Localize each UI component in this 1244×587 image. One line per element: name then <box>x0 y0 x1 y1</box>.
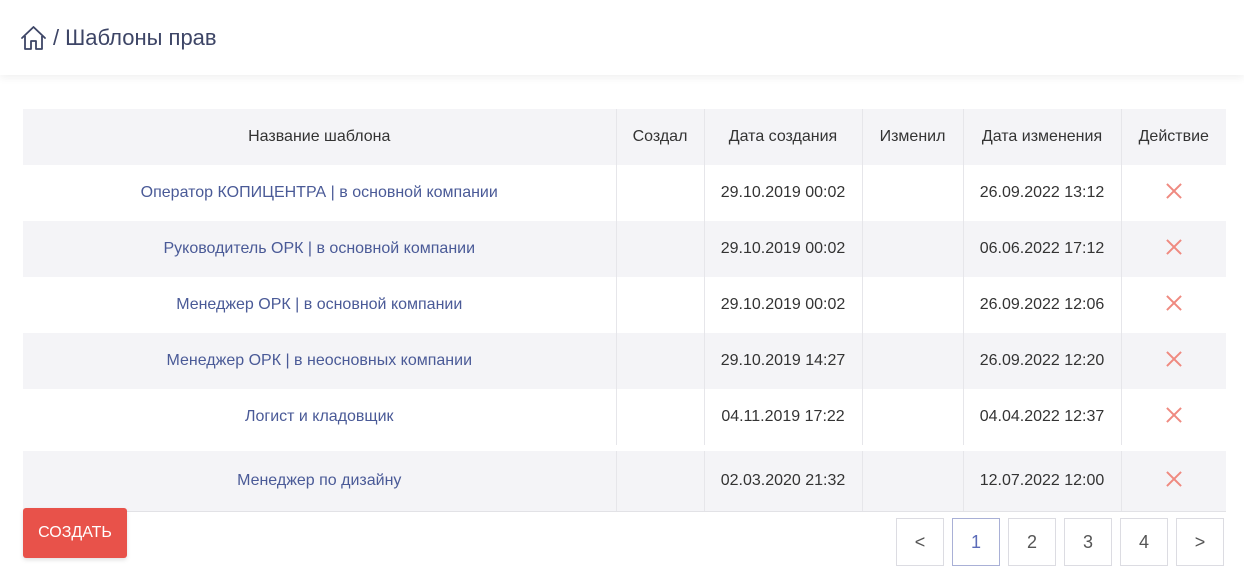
table-row: Менеджер по дизайну 02.03.2020 21:32 12.… <box>23 445 1226 512</box>
column-header-created-by[interactable]: Создал <box>616 109 705 165</box>
delete-icon[interactable] <box>1165 294 1183 312</box>
column-header-modified-by[interactable]: Изменил <box>862 109 964 165</box>
delete-icon[interactable] <box>1165 182 1183 200</box>
templates-table: Название шаблона Создал Дата создания Из… <box>23 109 1226 512</box>
modified-by-cell <box>862 389 964 448</box>
created-by-cell <box>616 221 705 277</box>
table-row: Руководитель ОРК | в основной компании 2… <box>23 221 1226 277</box>
template-name-cell: Менеджер ОРК | в основной компании <box>23 277 617 333</box>
created-at-cell: 02.03.2020 21:32 <box>704 445 863 512</box>
created-by-cell <box>616 389 705 448</box>
created-at-cell: 29.10.2019 14:27 <box>704 333 863 389</box>
home-icon[interactable] <box>20 25 47 51</box>
template-name-cell: Руководитель ОРК | в основной компании <box>23 221 617 277</box>
table-row: Оператор КОПИЦЕНТРА | в основной компани… <box>23 165 1226 221</box>
action-cell <box>1121 333 1226 389</box>
template-name-link[interactable]: Руководитель ОРК | в основной компании <box>163 240 475 257</box>
table-row: Логист и кладовщик 04.11.2019 17:22 04.0… <box>23 389 1226 448</box>
created-by-cell <box>616 165 705 221</box>
created-at-cell: 04.11.2019 17:22 <box>704 389 863 448</box>
created-by-cell <box>616 277 705 333</box>
template-name-link[interactable]: Логист и кладовщик <box>245 408 394 425</box>
modified-at-cell: 12.07.2022 12:00 <box>963 445 1122 512</box>
breadcrumb-separator: / <box>53 24 60 50</box>
created-by-cell <box>616 445 705 512</box>
column-header-created-at[interactable]: Дата создания <box>704 109 863 165</box>
column-header-modified-at[interactable]: Дата изменения <box>963 109 1122 165</box>
templates-table-container: Название шаблона Создал Дата создания Из… <box>23 109 1226 512</box>
pagination-page-1[interactable]: 1 <box>952 518 1000 566</box>
modified-at-cell: 06.06.2022 17:12 <box>963 221 1122 277</box>
created-at-cell: 29.10.2019 00:02 <box>704 165 863 221</box>
pagination: < 1 2 3 4 > <box>896 518 1224 566</box>
delete-icon[interactable] <box>1165 406 1183 424</box>
delete-icon[interactable] <box>1165 470 1183 488</box>
create-button[interactable]: СОЗДАТЬ <box>23 508 127 558</box>
modified-at-cell: 26.09.2022 12:20 <box>963 333 1122 389</box>
action-cell <box>1121 221 1226 277</box>
modified-at-cell: 26.09.2022 13:12 <box>963 165 1122 221</box>
modified-by-cell <box>862 445 964 512</box>
table-row: Менеджер ОРК | в основной компании 29.10… <box>23 277 1226 333</box>
pagination-page-3[interactable]: 3 <box>1064 518 1112 566</box>
template-name-cell: Менеджер по дизайну <box>23 445 617 512</box>
pagination-page-2[interactable]: 2 <box>1008 518 1056 566</box>
modified-by-cell <box>862 277 964 333</box>
template-name-link[interactable]: Менеджер ОРК | в основной компании <box>176 296 462 313</box>
template-name-link[interactable]: Оператор КОПИЦЕНТРА | в основной компани… <box>141 184 498 201</box>
top-header: / Шаблоны прав <box>0 0 1244 75</box>
pagination-page-4[interactable]: 4 <box>1120 518 1168 566</box>
pagination-next-button[interactable]: > <box>1176 518 1224 566</box>
modified-by-cell <box>862 221 964 277</box>
template-name-cell: Менеджер ОРК | в неосновных компании <box>23 333 617 389</box>
modified-by-cell <box>862 333 964 389</box>
action-cell <box>1121 445 1226 512</box>
action-cell <box>1121 165 1226 221</box>
template-name-cell: Оператор КОПИЦЕНТРА | в основной компани… <box>23 165 617 221</box>
created-by-cell <box>616 333 705 389</box>
modified-at-cell: 26.09.2022 12:06 <box>963 277 1122 333</box>
template-name-link[interactable]: Менеджер ОРК | в неосновных компании <box>167 352 473 369</box>
action-cell <box>1121 389 1226 448</box>
table-header-row: Название шаблона Создал Дата создания Из… <box>23 109 1226 165</box>
table-row: Менеджер ОРК | в неосновных компании 29.… <box>23 333 1226 389</box>
pagination-prev-button[interactable]: < <box>896 518 944 566</box>
page-title: Шаблоны прав <box>65 24 217 50</box>
breadcrumb: / Шаблоны прав <box>20 25 217 51</box>
column-header-action: Действие <box>1121 109 1226 165</box>
column-header-name[interactable]: Название шаблона <box>23 109 617 165</box>
modified-by-cell <box>862 165 964 221</box>
created-at-cell: 29.10.2019 00:02 <box>704 277 863 333</box>
modified-at-cell: 04.04.2022 12:37 <box>963 389 1122 448</box>
template-name-link[interactable]: Менеджер по дизайну <box>237 472 401 489</box>
delete-icon[interactable] <box>1165 238 1183 256</box>
created-at-cell: 29.10.2019 00:02 <box>704 221 863 277</box>
delete-icon[interactable] <box>1165 350 1183 368</box>
template-name-cell: Логист и кладовщик <box>23 389 617 448</box>
action-cell <box>1121 277 1226 333</box>
